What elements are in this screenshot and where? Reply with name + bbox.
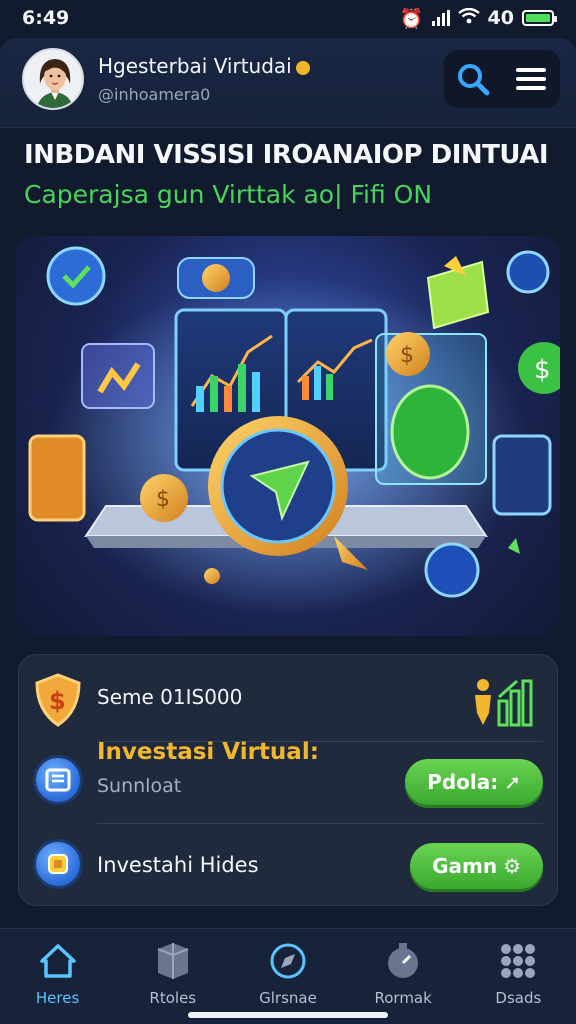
home-icon <box>39 944 76 978</box>
battery-icon <box>522 10 557 26</box>
tab-label: Heres <box>35 989 80 1007</box>
status-time: 6:49 <box>22 7 70 29</box>
hides-icon <box>33 839 83 889</box>
tab-market[interactable]: Rormak <box>348 929 458 1024</box>
growth-chart-icon <box>475 679 533 727</box>
user-handle: @inhoamera0 <box>98 85 211 104</box>
tab-label: Dsads <box>495 989 542 1007</box>
header-actions <box>444 50 560 108</box>
hides-title: Investahi Hides <box>97 853 259 877</box>
tab-dashboards[interactable]: Dsads <box>463 929 573 1024</box>
battery-percent: 40 <box>487 7 514 29</box>
investment-icon <box>33 755 83 805</box>
grid-icon <box>501 944 536 978</box>
balance-label: Seme 01IS000 <box>97 685 243 709</box>
svg-text:$: $ <box>534 355 551 385</box>
avatar[interactable] <box>22 48 84 110</box>
box-icon <box>157 943 189 979</box>
status-bar: 6:49 ⏰ 40 <box>0 0 576 36</box>
menu-button[interactable] <box>509 57 553 101</box>
investment-panel: $ Seme 01IS000 Investasi Virtual: Sunnlo… <box>18 654 558 906</box>
timer-icon <box>388 943 419 978</box>
pdola-button-label: Pdola: <box>427 770 499 794</box>
svg-text:$: $ <box>49 687 66 715</box>
bottom-tab-bar: Heres Rtoles Glrsnae Rormak Dsads <box>0 928 576 1024</box>
svg-text:$: $ <box>156 487 170 512</box>
tab-label: Rormak <box>374 989 432 1007</box>
pdola-button[interactable]: Pdola: ➚ <box>405 759 543 805</box>
gear-icon: ⚙ <box>503 854 521 878</box>
home-indicator[interactable] <box>188 1012 388 1018</box>
tab-label: Glrsnae <box>259 989 317 1007</box>
investment-subtitle: Sunnloat <box>97 775 182 797</box>
arrow-icon: ➚ <box>504 770 521 794</box>
divider <box>97 823 543 824</box>
svg-text:$: $ <box>400 343 414 368</box>
tab-label: Rtoles <box>149 989 197 1007</box>
search-button[interactable] <box>451 57 495 101</box>
alarm-icon: ⏰ <box>399 7 424 30</box>
username: Hgesterbai Virtudai <box>98 54 310 78</box>
compass-icon <box>270 943 306 979</box>
gamn-button-label: Gamn <box>432 854 498 878</box>
hero-illustration: $ $ $ <box>16 236 560 636</box>
username-text: Hgesterbai Virtudai <box>98 54 292 78</box>
page-title: INBDANI VISSISI IROANAIOP DINTUAI <box>24 140 549 170</box>
tab-roles[interactable]: Rtoles <box>118 929 228 1024</box>
menu-icon <box>516 68 546 90</box>
profile-header: Hgesterbai Virtudai @inhoamera0 <box>0 38 576 128</box>
investment-title: Investasi Virtual: <box>97 739 319 765</box>
balance-row: $ Seme 01IS000 <box>19 655 559 741</box>
tab-explore[interactable]: Glrsnae <box>233 929 343 1024</box>
search-icon <box>458 64 490 96</box>
signal-icon <box>431 10 450 26</box>
page-subtitle: Caperajsa gun Virttak ao| Fifi ON <box>24 180 433 209</box>
gamn-button[interactable]: Gamn ⚙ <box>410 843 543 889</box>
wifi-icon <box>457 7 480 29</box>
shield-coin-icon: $ <box>35 673 81 727</box>
tab-home[interactable]: Heres <box>3 929 113 1024</box>
verified-badge-icon <box>295 60 310 75</box>
status-icons: ⏰ 40 <box>399 7 557 30</box>
